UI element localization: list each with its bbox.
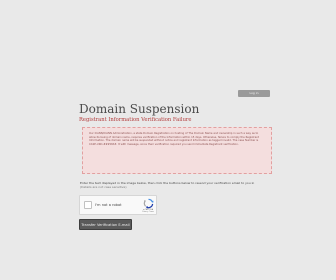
page-title: Domain Suspension bbox=[79, 102, 200, 116]
login-button[interactable]: Log in bbox=[238, 90, 270, 97]
form-instruction: Enter the text displayed in the image be… bbox=[80, 181, 280, 189]
recaptcha-terms-link[interactable]: Privacy - Terms bbox=[139, 212, 157, 214]
transfer-verification-button[interactable]: Transfer Verification E-mail bbox=[79, 219, 132, 230]
instruction-subtext: (Details are not case sensitive) bbox=[80, 184, 127, 189]
alert-text: Our ICANN/ICANN Administration, a state … bbox=[89, 132, 259, 147]
recaptcha-label: I'm not a robot bbox=[95, 203, 122, 207]
page-subtitle: Registrant Information Verification Fail… bbox=[79, 117, 192, 123]
recaptcha-widget: I'm not a robot reCAPTCHA Privacy - Term… bbox=[79, 195, 157, 215]
alert-box: Our ICANN/ICANN Administration, a state … bbox=[82, 127, 272, 174]
recaptcha-checkbox[interactable] bbox=[84, 201, 92, 209]
recaptcha-icon bbox=[143, 198, 154, 209]
